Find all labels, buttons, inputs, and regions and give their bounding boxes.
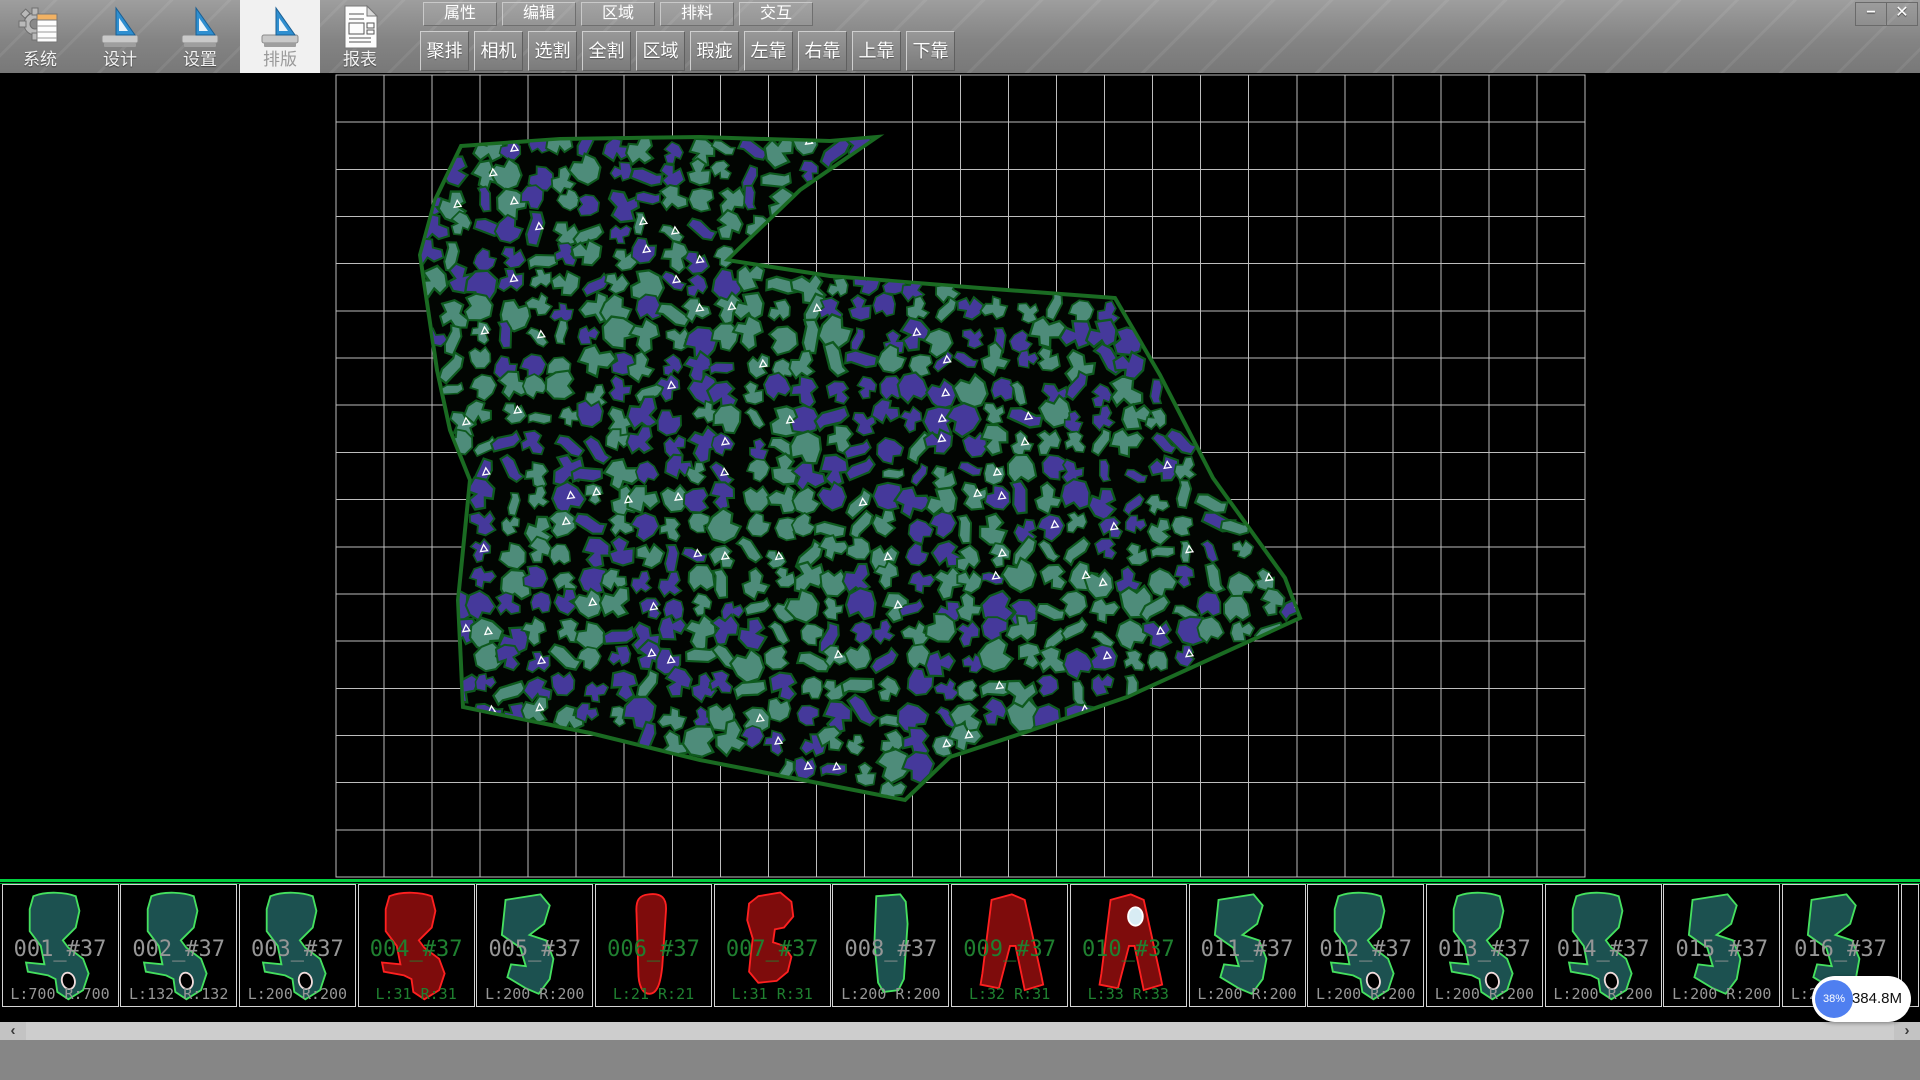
status-bar [0, 1040, 1920, 1080]
menu-排料[interactable]: 排料 [660, 2, 734, 26]
tool-聚排[interactable]: 聚排 [420, 31, 469, 71]
piece-shape [1196, 887, 1300, 1003]
tool-下靠[interactable]: 下靠 [906, 31, 955, 71]
app-button-label: 报表 [320, 50, 400, 70]
app-button-报表[interactable]: 报表 [320, 0, 400, 73]
tool-左靠[interactable]: 左靠 [744, 31, 793, 71]
top-toolbar: 系统设计设置排版报表 属性编辑区域排料交互 聚排相机选割全割区域瑕疵左靠右靠上靠… [0, 0, 1920, 74]
app-button-label: 排版 [240, 50, 320, 70]
thumbnail-cell-014_#37[interactable]: 014_#37L:200 R:200 [1545, 884, 1662, 1007]
app-button-设置[interactable]: 设置 [160, 0, 240, 73]
thumbnail-cell-006_#37[interactable]: 006_#37L:21 R:21 [595, 884, 712, 1007]
nesting-canvas[interactable] [0, 73, 1920, 878]
app-button-label: 设置 [160, 50, 240, 70]
thumbnail-cell-003_#37[interactable]: 003_#37L:200 R:200 [239, 884, 356, 1007]
thumbnail-cell-011_#37[interactable]: 011_#37L:200 R:200 [1189, 884, 1306, 1007]
app-button-设计[interactable]: 设计 [80, 0, 160, 73]
piece-thumbnail-strip: 001_#37L:700 R:700002_#37L:132 R:132003_… [0, 878, 1920, 1008]
piece-shape [1552, 887, 1656, 1003]
thumbnail-cell-001_#37[interactable]: 001_#37L:700 R:700 [2, 884, 119, 1007]
tool-相机[interactable]: 相机 [474, 31, 523, 71]
set-square-icon [177, 4, 223, 50]
gear-table-icon [17, 4, 63, 50]
progress-badge: 38% 384.8M [1812, 976, 1911, 1022]
tool-选割[interactable]: 选割 [528, 31, 577, 71]
report-icon [337, 4, 383, 50]
close-button[interactable]: ✕ [1886, 2, 1918, 26]
piece-shape [1433, 887, 1537, 1003]
horizontal-scrollbar[interactable]: ‹ › [0, 1022, 1920, 1040]
menu-区域[interactable]: 区域 [581, 2, 655, 26]
piece-shape [839, 887, 943, 1003]
app-button-系统[interactable]: 系统 [0, 0, 80, 73]
tool-右靠[interactable]: 右靠 [798, 31, 847, 71]
memory-usage: 384.8M [1852, 976, 1902, 1022]
set-square-icon [97, 4, 143, 50]
piece-shape [246, 887, 350, 1003]
menu-编辑[interactable]: 编辑 [502, 2, 576, 26]
piece-shape [1670, 887, 1774, 1003]
thumbnail-cell-015_#37[interactable]: 015_#37L:200 R:200 [1663, 884, 1780, 1007]
progress-percent: 38% [1815, 980, 1853, 1018]
thumbnail-cell-005_#37[interactable]: 005_#37L:200 R:200 [476, 884, 593, 1007]
thumbnail-cell-010_#37[interactable]: 010_#37L:33 R:33 [1070, 884, 1187, 1007]
app-button-排版[interactable]: 排版 [240, 0, 320, 73]
piece-shape [365, 887, 469, 1003]
piece-shape [127, 887, 231, 1003]
set-square-icon [257, 4, 303, 50]
piece-shape [958, 887, 1062, 1003]
scroll-left-button[interactable]: ‹ [0, 1022, 26, 1040]
piece-shape [602, 887, 706, 1003]
app-button-label: 设计 [80, 50, 160, 70]
minimize-button[interactable]: − [1855, 2, 1887, 26]
thumbnail-cell-012_#37[interactable]: 012_#37L:200 R:200 [1307, 884, 1424, 1007]
thumbnail-cell-007_#37[interactable]: 007_#37L:31 R:31 [714, 884, 831, 1007]
tool-上靠[interactable]: 上靠 [852, 31, 901, 71]
tool-区域[interactable]: 区域 [636, 31, 685, 71]
thumbnail-cell-002_#37[interactable]: 002_#37L:132 R:132 [120, 884, 237, 1007]
thumbnail-cell-008_#37[interactable]: 008_#37L:200 R:200 [832, 884, 949, 1007]
piece-shape [483, 887, 587, 1003]
menu-bar: 属性编辑区域排料交互 [423, 2, 818, 26]
tool-button-row: 聚排相机选割全割区域瑕疵左靠右靠上靠下靠 [420, 31, 960, 71]
menu-交互[interactable]: 交互 [739, 2, 813, 26]
thumbnail-cell-004_#37[interactable]: 004_#37L:31 R:31 [358, 884, 475, 1007]
thumbnail-cell-009_#37[interactable]: 009_#37L:32 R:31 [951, 884, 1068, 1007]
piece-shape [721, 887, 825, 1003]
strip-separator-line [0, 879, 1920, 882]
tool-瑕疵[interactable]: 瑕疵 [690, 31, 739, 71]
scroll-right-button[interactable]: › [1894, 1022, 1920, 1040]
piece-shape [1908, 887, 1919, 1003]
menu-属性[interactable]: 属性 [423, 2, 497, 26]
piece-shape [1314, 887, 1418, 1003]
app-button-label: 系统 [0, 50, 80, 70]
piece-shape [9, 887, 113, 1003]
piece-shape [1077, 887, 1181, 1003]
thumbnail-cell-013_#37[interactable]: 013_#37L:200 R:200 [1426, 884, 1543, 1007]
tool-全割[interactable]: 全割 [582, 31, 631, 71]
